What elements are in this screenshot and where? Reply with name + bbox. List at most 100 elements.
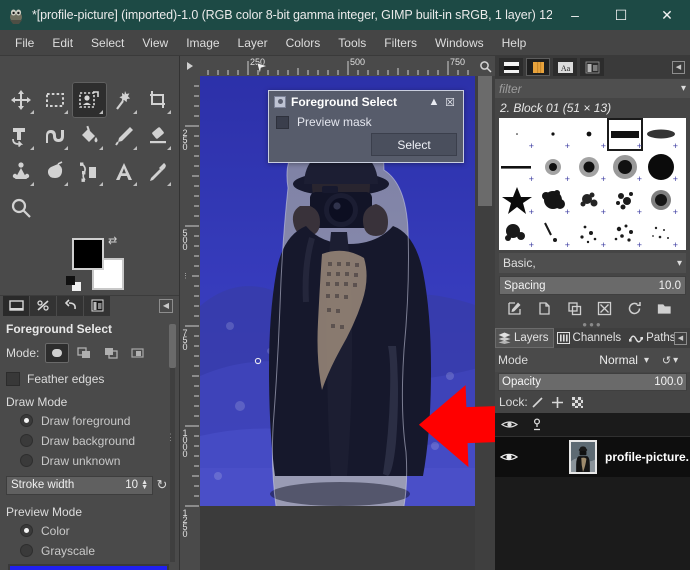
maximize-button[interactable]: ☐: [598, 0, 644, 30]
swap-colors-icon[interactable]: ⇄: [108, 234, 117, 247]
brush-cell[interactable]: +: [571, 184, 607, 217]
edit-brush-button[interactable]: [499, 297, 529, 319]
brush-tag-row[interactable]: Basic, ▾: [499, 253, 686, 273]
scrollbar-thumb[interactable]: [169, 323, 176, 368]
crop-tool[interactable]: [141, 82, 175, 118]
horizontal-ruler[interactable]: 250 500 750: [200, 56, 475, 76]
stroke-width-input[interactable]: Stroke width 10 ▲ ▼: [6, 475, 153, 495]
duplicate-brush-button[interactable]: [559, 297, 589, 319]
brush-cell[interactable]: +: [499, 217, 535, 250]
mode-add[interactable]: [72, 343, 96, 363]
fuzzy-select-tool[interactable]: [107, 82, 141, 118]
reset-colors-icon[interactable]: [66, 276, 82, 292]
new-brush-button[interactable]: [529, 297, 559, 319]
opacity-input[interactable]: Opacity 100.0: [498, 373, 687, 391]
bucket-fill-tool[interactable]: [72, 118, 106, 154]
tab-fonts[interactable]: Aa: [553, 58, 577, 76]
select-button[interactable]: Select: [371, 133, 457, 156]
brush-cell[interactable]: +: [535, 118, 571, 151]
smudge-tool[interactable]: [38, 154, 72, 190]
eraser-tool[interactable]: [141, 118, 175, 154]
close-button[interactable]: ✕: [644, 0, 690, 30]
lock-position-icon[interactable]: [548, 393, 568, 411]
tab-layers[interactable]: Layers: [495, 328, 554, 348]
foreground-select-tool[interactable]: [72, 82, 107, 118]
menu-view[interactable]: View: [133, 33, 177, 53]
brush-grid[interactable]: + + + + + + + + + + + + + + + + + + + +: [499, 118, 686, 250]
radio-draw-foreground[interactable]: Draw foreground: [20, 414, 171, 428]
transform-tool[interactable]: [4, 118, 38, 154]
paintbrush-tool[interactable]: [107, 118, 141, 154]
brush-cell[interactable]: +: [571, 151, 607, 184]
mode-switch-icon[interactable]: ↺ ▾: [653, 354, 687, 367]
refresh-brushes-button[interactable]: [619, 297, 649, 319]
scrollbar-thumb[interactable]: [478, 76, 492, 206]
color-picker-tool[interactable]: [141, 154, 175, 190]
dock-tab-tool-options[interactable]: [3, 295, 29, 316]
mode-intersect[interactable]: [126, 343, 150, 363]
lock-alpha-icon[interactable]: [568, 393, 588, 411]
move-tool[interactable]: [4, 82, 38, 118]
brush-cell[interactable]: +: [535, 184, 571, 217]
close-icon[interactable]: ☒: [442, 96, 458, 109]
panel-menu-icon[interactable]: ◀: [672, 60, 685, 74]
gradient-preview[interactable]: [8, 563, 169, 570]
chevron-down-icon[interactable]: ▾: [681, 83, 686, 94]
menu-layer[interactable]: Layer: [229, 33, 277, 53]
layer-list[interactable]: profile-picture.: [495, 413, 690, 570]
panel-resize-grip[interactable]: ●●●: [495, 320, 690, 329]
spacing-input[interactable]: Spacing 10.0: [499, 276, 686, 295]
tab-paths[interactable]: Paths: [626, 328, 680, 348]
tab-document-history[interactable]: [580, 58, 604, 76]
menu-filters[interactable]: Filters: [375, 33, 426, 53]
brush-cell[interactable]: +: [607, 217, 643, 250]
dock-tab-undo-history[interactable]: [57, 295, 83, 316]
clone-tool[interactable]: [4, 154, 38, 190]
canvas-viewport[interactable]: Foreground Select ▲ ☒ Preview mask Selec…: [200, 76, 475, 570]
brush-cell-selected[interactable]: +: [607, 118, 643, 151]
stroke-width-stepper[interactable]: ▲ ▼: [141, 479, 148, 491]
radio-draw-unknown[interactable]: Draw unknown: [20, 454, 171, 468]
brush-cell[interactable]: +: [571, 217, 607, 250]
brush-cell[interactable]: +: [535, 151, 571, 184]
menu-help[interactable]: Help: [493, 33, 536, 53]
mode-replace[interactable]: [45, 342, 70, 363]
panel-menu-icon[interactable]: ◀: [674, 331, 687, 345]
brush-cell[interactable]: +: [607, 184, 643, 217]
layer-visibility-eye-icon[interactable]: [495, 451, 523, 463]
dock-menu-icon[interactable]: ◀: [159, 298, 173, 313]
lock-pixels-icon[interactable]: [528, 393, 548, 411]
menu-windows[interactable]: Windows: [426, 33, 493, 53]
tab-patterns[interactable]: [526, 58, 550, 76]
minimize-button[interactable]: –: [552, 0, 598, 30]
warp-transform-tool[interactable]: [38, 118, 72, 154]
radio-draw-background[interactable]: Draw background: [20, 434, 171, 448]
brush-cell[interactable]: +: [607, 151, 643, 184]
image-canvas[interactable]: Foreground Select ▲ ☒ Preview mask Selec…: [200, 76, 475, 506]
menu-image[interactable]: Image: [177, 33, 228, 53]
menu-select[interactable]: Select: [82, 33, 133, 53]
brush-cell[interactable]: +: [499, 118, 535, 151]
chevron-down-icon[interactable]: ▾: [677, 258, 682, 269]
radio-preview-grayscale[interactable]: Grayscale: [20, 544, 171, 558]
tool-options-scrollbar[interactable]: [168, 323, 177, 562]
brush-cell[interactable]: +: [643, 118, 679, 151]
tab-brushes[interactable]: [499, 58, 523, 76]
brush-cell[interactable]: +: [499, 151, 535, 184]
paths-tool[interactable]: [72, 154, 106, 190]
rectangle-select-tool[interactable]: [38, 82, 72, 118]
layer-mode-select[interactable]: Normal ▾: [560, 350, 653, 370]
brush-cell[interactable]: +: [571, 118, 607, 151]
brush-cell[interactable]: +: [643, 184, 679, 217]
menu-tools[interactable]: Tools: [329, 33, 375, 53]
menu-file[interactable]: File: [6, 33, 43, 53]
preview-mask-checkbox[interactable]: Preview mask: [269, 113, 463, 129]
open-brush-as-image-button[interactable]: [649, 297, 679, 319]
brush-filter-input[interactable]: filter: [499, 82, 681, 96]
menu-colors[interactable]: Colors: [277, 33, 330, 53]
brush-cell[interactable]: +: [535, 217, 571, 250]
dock-tab-images[interactable]: [84, 295, 110, 316]
radio-preview-color[interactable]: Color: [20, 524, 171, 538]
dock-tab-device-status[interactable]: [30, 295, 56, 316]
foreground-color-swatch[interactable]: [72, 238, 104, 270]
